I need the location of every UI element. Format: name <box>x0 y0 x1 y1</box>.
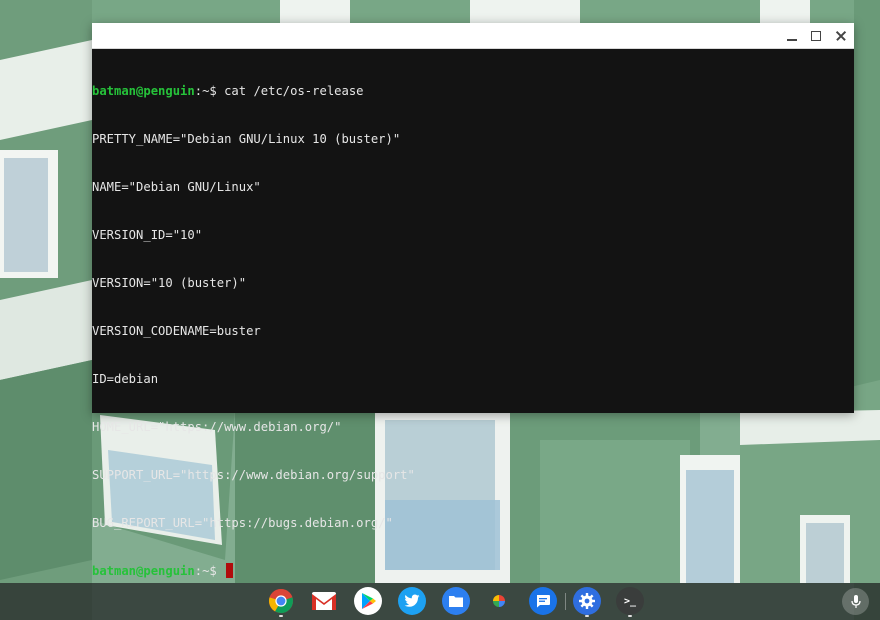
output-line: VERSION_CODENAME=buster <box>92 324 261 338</box>
terminal-window[interactable]: batman@penguin:~$ cat /etc/os-release PR… <box>92 23 854 578</box>
output-line: SUPPORT_URL="https://www.debian.org/supp… <box>92 468 415 482</box>
running-indicator <box>628 615 632 617</box>
close-button[interactable] <box>829 23 853 48</box>
prompt-user: batman@penguin <box>92 564 195 578</box>
prompt-user: batman@penguin <box>92 84 195 98</box>
output-line: HOME_URL="https://www.debian.org/" <box>92 420 342 434</box>
terminal-icon: >_ <box>623 595 637 607</box>
shelf: >_ <box>0 583 880 620</box>
running-indicator <box>279 615 283 617</box>
twitter-app[interactable] <box>398 587 426 615</box>
maximize-button[interactable] <box>804 23 828 48</box>
close-icon <box>836 31 846 41</box>
twitter-icon <box>404 594 420 607</box>
settings-app[interactable] <box>573 587 601 615</box>
photos-app[interactable] <box>485 587 513 615</box>
files-icon <box>449 595 463 607</box>
mic-icon <box>850 594 861 608</box>
terminal-output[interactable]: batman@penguin:~$ cat /etc/os-release PR… <box>92 49 854 611</box>
shelf-divider <box>565 593 566 610</box>
maximize-icon <box>811 30 821 41</box>
output-line: VERSION="10 (buster)" <box>92 276 247 290</box>
minimize-icon <box>787 31 797 41</box>
chrome-app[interactable] <box>267 587 295 615</box>
chrome-icon <box>269 589 293 613</box>
window-titlebar[interactable] <box>92 23 854 49</box>
voice-input-button[interactable] <box>842 588 869 615</box>
output-line: PRETTY_NAME="Debian GNU/Linux 10 (buster… <box>92 132 401 146</box>
command-text: cat /etc/os-release <box>224 84 364 98</box>
messages-app[interactable] <box>529 587 557 615</box>
settings-icon <box>579 593 595 609</box>
active-prompt-line[interactable]: batman@penguin:~$ <box>92 563 854 579</box>
minimize-button[interactable] <box>780 23 804 48</box>
output-line: VERSION_ID="10" <box>92 228 203 242</box>
running-indicator <box>585 615 589 617</box>
prompt-suffix: :~$ <box>194 84 225 98</box>
output-line: ID=debian <box>92 372 159 386</box>
terminal-app[interactable]: >_ <box>616 587 644 615</box>
play-store-app[interactable] <box>354 587 382 615</box>
gmail-icon <box>312 592 336 610</box>
messages-icon <box>537 595 550 608</box>
output-line: NAME="Debian GNU/Linux" <box>92 180 261 194</box>
files-app[interactable] <box>442 587 470 615</box>
photos-icon <box>493 595 505 607</box>
command-line: batman@penguin:~$ cat /etc/os-release <box>92 83 854 99</box>
prompt-suffix: :~$ <box>194 564 225 578</box>
text-cursor <box>226 563 234 578</box>
play-store-icon <box>362 593 376 609</box>
output-line: BUG_REPORT_URL="https://bugs.debian.org/… <box>92 516 393 530</box>
gmail-app[interactable] <box>310 587 338 615</box>
